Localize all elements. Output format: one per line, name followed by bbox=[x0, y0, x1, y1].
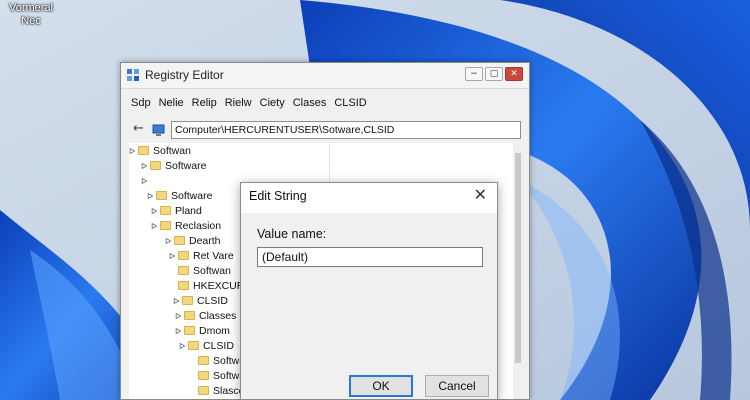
tree-node-label: Software bbox=[165, 160, 207, 172]
folder-icon bbox=[184, 326, 195, 335]
tree-node-label: Softwan bbox=[153, 145, 191, 157]
expand-chevron-icon[interactable]: ᐅ bbox=[151, 220, 160, 234]
expand-chevron-icon[interactable]: ᐅ bbox=[165, 235, 174, 249]
tree-node[interactable]: ᐅ Classes bbox=[175, 309, 236, 323]
menu-bar: Sdp Nelie Relip Rielw Ciety Clases CLSID bbox=[121, 97, 529, 115]
registry-editor-icon bbox=[127, 69, 139, 81]
address-bar[interactable]: Computer\HERCURENTUSER\Sotware,CLSID bbox=[171, 121, 521, 139]
tree-node[interactable]: ᐅ Ret Vare bbox=[169, 249, 234, 263]
tree-node-label: Softwan bbox=[193, 265, 231, 277]
tree-node-label: CLSID bbox=[203, 340, 234, 352]
maximize-button[interactable]: ▢ bbox=[485, 67, 503, 81]
menu-item[interactable]: Rielw bbox=[225, 97, 252, 115]
folder-icon bbox=[188, 341, 199, 350]
value-name-label: Value name: bbox=[257, 227, 327, 241]
folder-icon bbox=[178, 251, 189, 260]
folder-icon bbox=[198, 386, 209, 395]
folder-icon bbox=[156, 191, 167, 200]
tree-node[interactable]: ᐅ CLSID bbox=[179, 339, 234, 353]
tree-node-label: Classes bbox=[199, 310, 237, 322]
menu-item[interactable]: Clases bbox=[293, 97, 327, 115]
menu-item[interactable]: Nelie bbox=[159, 97, 184, 115]
expand-chevron-icon[interactable]: ᐅ bbox=[129, 145, 138, 159]
expand-chevron-icon[interactable]: ᐅ bbox=[141, 160, 150, 174]
folder-icon bbox=[198, 371, 209, 380]
folder-icon bbox=[184, 311, 195, 320]
expand-chevron-icon[interactable]: ᐅ bbox=[169, 250, 178, 264]
tree-node-label: Dmom bbox=[199, 325, 230, 337]
scrollbar-thumb[interactable] bbox=[515, 153, 521, 363]
tree-node[interactable]: ᐅ Softwan bbox=[129, 144, 191, 158]
expand-chevron-icon[interactable]: ᐅ bbox=[141, 175, 150, 189]
tree-node-label: Software bbox=[171, 190, 213, 202]
minimize-button[interactable]: − bbox=[465, 67, 483, 81]
tree-node-label: HKEXCUR bbox=[193, 280, 245, 292]
expand-chevron-icon[interactable]: ᐅ bbox=[175, 325, 184, 339]
menu-item[interactable]: Ciety bbox=[260, 97, 285, 115]
menu-item[interactable]: CLSID bbox=[334, 97, 366, 115]
ok-button[interactable]: OK bbox=[349, 375, 413, 397]
tree-node[interactable]: ᐅ Software bbox=[141, 159, 206, 173]
tree-node[interactable]: ᐅ Reclasion bbox=[151, 219, 221, 233]
title-bar[interactable]: Registry Editor − ▢ ✕ bbox=[121, 63, 529, 89]
menu-item[interactable]: Relip bbox=[192, 97, 217, 115]
tree-node[interactable]: ᐅ Dmom bbox=[175, 324, 230, 338]
folder-icon bbox=[160, 206, 171, 215]
tree-node-label: Pland bbox=[175, 205, 202, 217]
tree-node[interactable]: Softwa bbox=[189, 354, 245, 368]
tree-node-label: Reclasion bbox=[175, 220, 222, 232]
tree-node[interactable]: HKEXCUR bbox=[169, 279, 244, 293]
dialog-body: Value name: (Default) OK Cancel bbox=[241, 213, 497, 399]
expand-chevron-icon[interactable]: ᐅ bbox=[151, 205, 160, 219]
folder-icon bbox=[174, 236, 185, 245]
tree-node[interactable]: ᐅ bbox=[141, 174, 150, 188]
expand-chevron-icon[interactable]: ᐅ bbox=[179, 340, 188, 354]
value-name-field[interactable]: (Default) bbox=[257, 247, 483, 267]
edit-string-dialog: Edit String ✕ Value name: (Default) OK C… bbox=[240, 182, 498, 400]
folder-icon bbox=[178, 281, 189, 290]
caption-buttons: − ▢ ✕ bbox=[465, 67, 523, 81]
window-title: Registry Editor bbox=[145, 68, 224, 82]
folder-icon bbox=[178, 266, 189, 275]
address-row: ← Computer\HERCURENTUSER\Sotware,CLSID bbox=[121, 121, 529, 141]
cancel-button[interactable]: Cancel bbox=[425, 375, 489, 397]
tree-node-label: CLSID bbox=[197, 295, 228, 307]
expand-chevron-icon[interactable]: ᐅ bbox=[175, 310, 184, 324]
folder-icon bbox=[182, 296, 193, 305]
menu-item[interactable]: Sdp bbox=[131, 97, 151, 115]
expand-chevron-icon[interactable]: ᐅ bbox=[147, 190, 156, 204]
folder-icon bbox=[150, 161, 161, 170]
tree-node-label: Ret Vare bbox=[193, 250, 234, 262]
folder-icon bbox=[198, 356, 209, 365]
tree-node[interactable]: Softwa bbox=[189, 369, 245, 383]
tree-node-label: Dearth bbox=[189, 235, 221, 247]
tree-node[interactable]: ᐅ Pland bbox=[151, 204, 202, 218]
expand-chevron-icon[interactable]: ᐅ bbox=[173, 295, 182, 309]
tree-node[interactable]: ᐅ CLSID bbox=[173, 294, 228, 308]
tree-node[interactable]: Softwan bbox=[169, 264, 231, 278]
tree-node[interactable]: ᐅ Software bbox=[147, 189, 212, 203]
dialog-title: Edit String bbox=[249, 189, 307, 203]
close-button[interactable]: ✕ bbox=[505, 67, 523, 81]
dialog-close-icon[interactable]: ✕ bbox=[474, 185, 487, 204]
computer-icon bbox=[152, 124, 165, 136]
back-arrow-icon[interactable]: ← bbox=[133, 121, 144, 136]
folder-icon bbox=[138, 146, 149, 155]
folder-icon bbox=[160, 221, 171, 230]
tree-node[interactable]: ᐅ Dearth bbox=[165, 234, 221, 248]
desktop-icon-label[interactable]: Vormeral Nec bbox=[0, 2, 62, 28]
vertical-scrollbar[interactable] bbox=[513, 143, 523, 399]
